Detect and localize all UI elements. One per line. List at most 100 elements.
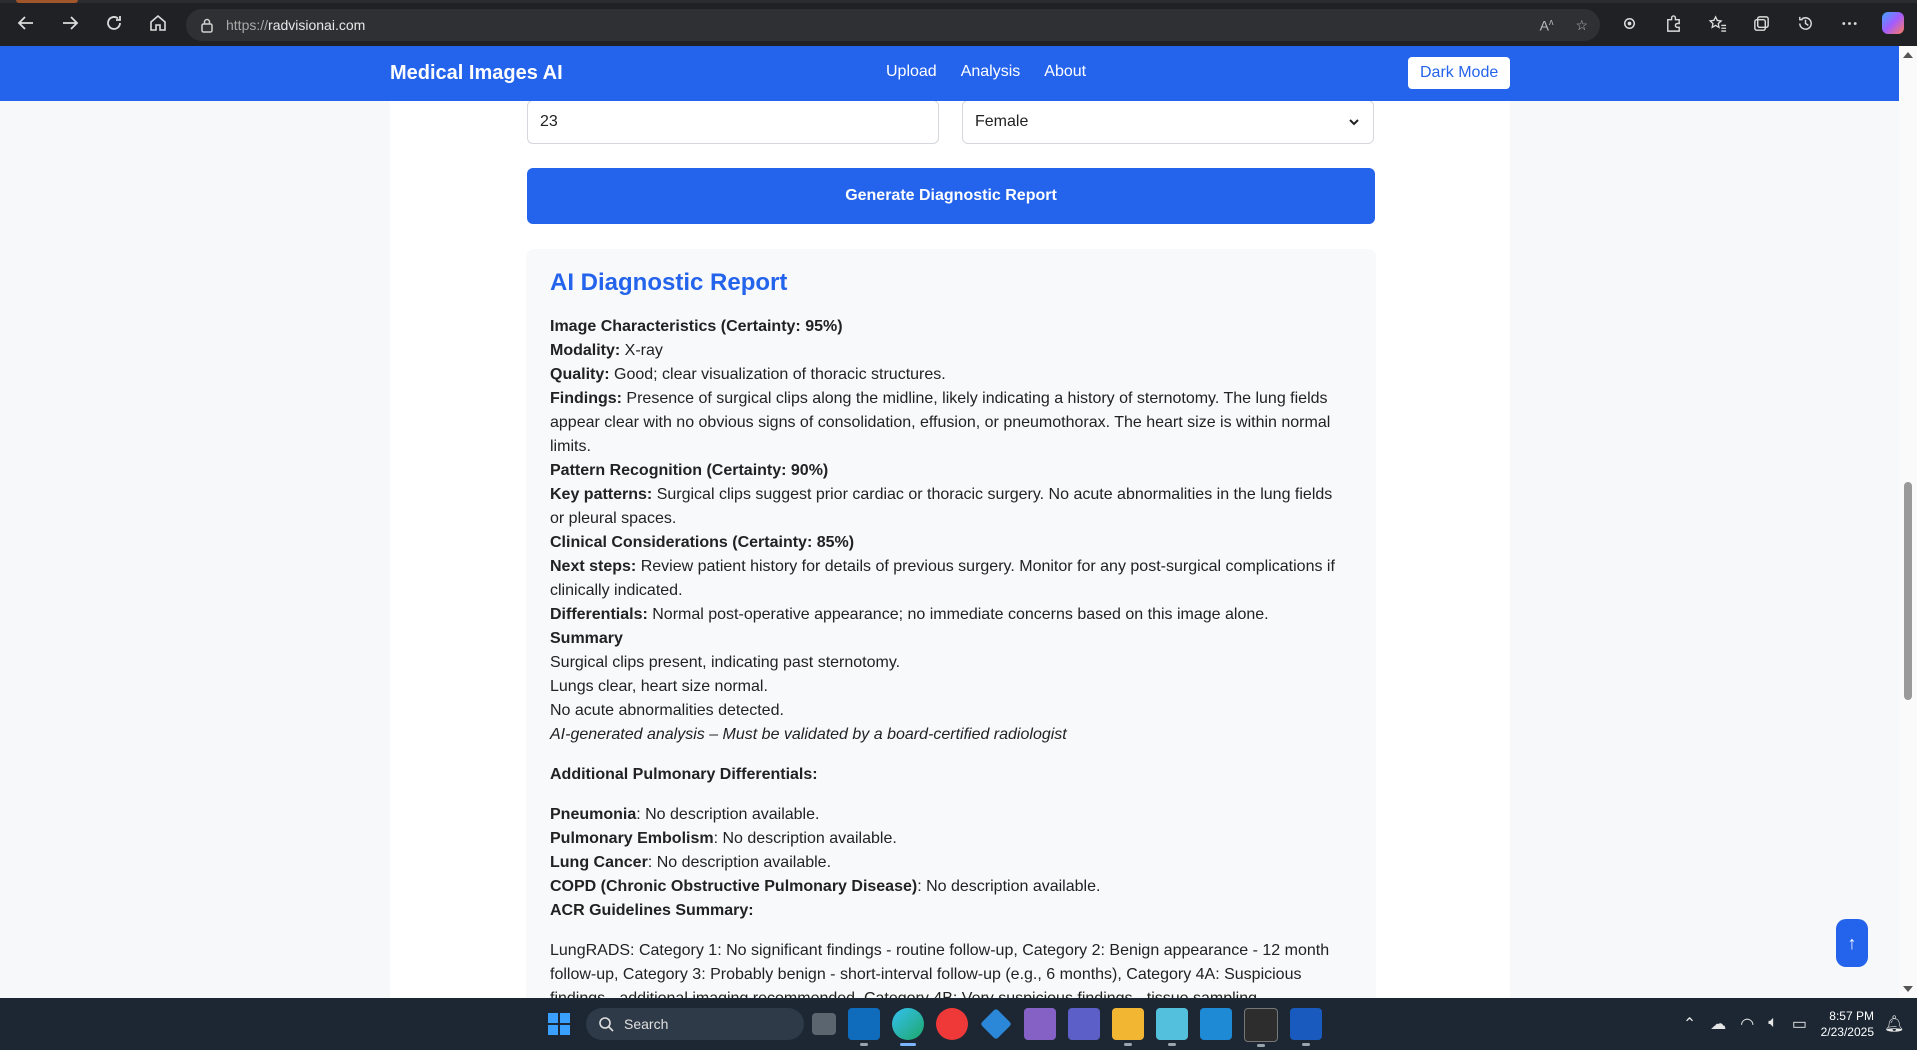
task-view-icon[interactable]: [812, 1013, 836, 1035]
history-icon[interactable]: [1787, 5, 1823, 41]
word-icon[interactable]: [1290, 1008, 1322, 1046]
summary-line: Lungs clear, heart size normal.: [550, 678, 768, 695]
clock-date: 2/23/2025: [1820, 1025, 1874, 1039]
puzzle-extensions-icon[interactable]: [1655, 5, 1691, 41]
nav-link-about[interactable]: About: [1044, 63, 1086, 81]
notification-bell-icon[interactable]: 🔔︎: [1884, 1014, 1904, 1034]
differential-name: Lung Cancer: [550, 854, 648, 871]
findings-label: Findings:: [550, 390, 622, 407]
next-steps-value: Review patient history for details of pr…: [550, 558, 1335, 599]
collections-icon[interactable]: [1743, 5, 1779, 41]
tab-strip: [0, 0, 1917, 3]
back-button[interactable]: [8, 5, 44, 41]
age-value: 23: [540, 113, 558, 130]
refresh-icon: [107, 16, 121, 30]
vscode-icon[interactable]: [1200, 1008, 1232, 1040]
refresh-button[interactable]: [96, 5, 132, 41]
acr-guidelines-heading: ACR Guidelines Summary:: [550, 902, 754, 919]
disclaimer-text: AI-generated analysis – Must be validate…: [550, 726, 1067, 743]
outlook-icon[interactable]: [848, 1008, 880, 1046]
url-scheme: https://: [226, 17, 269, 33]
findings-value: Presence of surgical clips along the mid…: [550, 390, 1331, 455]
onedrive-icon[interactable]: ☁: [1710, 1014, 1726, 1034]
summary-line: No acute abnormalities detected.: [550, 702, 784, 719]
differential-desc: : No description available.: [647, 854, 832, 871]
site-navbar: Medical Images AI Upload Analysis About …: [0, 46, 1899, 101]
differential-name: COPD (Chronic Obstructive Pulmonary Dise…: [550, 878, 918, 895]
clock-time: 8:57 PM: [1829, 1009, 1874, 1023]
favorites-icon[interactable]: [1699, 5, 1735, 41]
home-button[interactable]: [140, 5, 176, 41]
address-bar[interactable]: https://radvisionai.com Aʌ ☆: [186, 9, 1600, 41]
summary-line: Surgical clips present, indicating past …: [550, 654, 901, 671]
modality-label: Modality:: [550, 342, 621, 359]
differential-name: Pulmonary Embolism: [550, 830, 714, 847]
url-domain: radvisionai.com: [268, 17, 366, 33]
arrow-left-icon: [17, 16, 33, 30]
age-input[interactable]: 23: [527, 100, 939, 144]
report-title: AI Diagnostic Report: [550, 269, 788, 296]
differential-item: Pneumonia: No description available.: [550, 803, 1350, 827]
scroll-to-top-button[interactable]: ↑: [1836, 919, 1868, 967]
nav-link-analysis[interactable]: Analysis: [961, 63, 1021, 81]
differential-desc: : No description available.: [713, 830, 897, 847]
search-icon: [599, 1017, 614, 1032]
app-cube-icon[interactable]: [980, 1008, 1012, 1040]
differential-item: Lung Cancer: No description available.: [550, 851, 1350, 875]
wifi-icon[interactable]: ◠: [1740, 1014, 1754, 1034]
favorite-star-icon[interactable]: ☆: [1575, 17, 1588, 34]
scrollbar-thumb[interactable]: [1904, 482, 1912, 700]
read-aloud-icon[interactable]: Aʌ: [1540, 17, 1554, 34]
next-steps-label: Next steps:: [550, 558, 637, 575]
differential-item: Pulmonary Embolism: No description avail…: [550, 827, 1350, 851]
differential-desc: : No description available.: [636, 806, 820, 823]
modality-value: X-ray: [620, 342, 663, 359]
key-patterns-label: Key patterns:: [550, 486, 653, 503]
windows-taskbar: Search ⌃ ☁ ◠ 🔈︎ ▭ 8:57 PM 2/23/2025 🔔︎: [0, 998, 1917, 1050]
vivaldi-icon[interactable]: [936, 1008, 968, 1040]
search-placeholder: Search: [624, 1016, 669, 1032]
volume-icon[interactable]: 🔈︎: [1768, 1014, 1778, 1034]
generate-report-button[interactable]: Generate Diagnostic Report: [527, 168, 1375, 224]
differential-item: COPD (Chronic Obstructive Pulmonary Dise…: [550, 875, 1350, 899]
file-explorer-icon[interactable]: [1112, 1008, 1144, 1046]
acr-guidelines-text: LungRADS: Category 1: No significant fin…: [550, 942, 1330, 998]
notepad-icon[interactable]: [1156, 1008, 1188, 1046]
summary-heading: Summary: [550, 630, 623, 647]
differentials-label: Differentials:: [550, 606, 648, 623]
teams-icon[interactable]: [1068, 1008, 1100, 1040]
lock-icon[interactable]: [200, 17, 214, 33]
dark-mode-button[interactable]: Dark Mode: [1408, 57, 1511, 89]
edge-browser-icon[interactable]: [892, 1008, 924, 1046]
forward-button[interactable]: [52, 5, 88, 41]
extension-icon[interactable]: [1611, 5, 1647, 41]
pattern-recognition-heading: Pattern Recognition (Certainty: 90%): [550, 462, 829, 479]
sex-value: Female: [975, 113, 1029, 130]
additional-differentials-heading: Additional Pulmonary Differentials:: [550, 766, 818, 783]
site-brand[interactable]: Medical Images AI: [390, 62, 563, 85]
active-tab-indicator[interactable]: [16, 0, 78, 3]
report-panel: AI Diagnostic Report Image Characteristi…: [526, 249, 1376, 998]
battery-icon[interactable]: ▭: [1792, 1014, 1807, 1034]
scroll-up-arrow-icon[interactable]: [1903, 52, 1913, 58]
scroll-down-arrow-icon[interactable]: [1903, 986, 1913, 992]
key-patterns-value: Surgical clips suggest prior cardiac or …: [550, 486, 1333, 527]
terminal-icon[interactable]: [1244, 1008, 1278, 1047]
quality-value: Good; clear visualization of thoracic st…: [609, 366, 946, 383]
sex-select[interactable]: Female: [962, 100, 1374, 144]
page-viewport: 23 Female Generate Diagnostic Report AI …: [0, 46, 1899, 998]
page-scrollbar[interactable]: [1899, 46, 1917, 998]
nav-link-upload[interactable]: Upload: [886, 63, 937, 81]
image-characteristics-heading: Image Characteristics (Certainty: 95%): [550, 318, 843, 335]
chevron-up-icon[interactable]: ⌃: [1683, 1014, 1696, 1034]
differential-name: Pneumonia: [550, 806, 637, 823]
windows-start-icon[interactable]: [548, 1013, 570, 1035]
copilot-icon[interactable]: [1875, 5, 1911, 41]
visual-studio-icon[interactable]: [1024, 1008, 1056, 1040]
more-menu-icon[interactable]: [1831, 5, 1867, 41]
taskbar-search[interactable]: Search: [586, 1008, 804, 1040]
taskbar-clock[interactable]: 8:57 PM 2/23/2025: [1810, 1008, 1874, 1040]
browser-toolbar: https://radvisionai.com Aʌ ☆: [0, 0, 1917, 46]
arrow-up-icon: ↑: [1847, 932, 1857, 953]
clinical-considerations-heading: Clinical Considerations (Certainty: 85%): [550, 534, 855, 551]
